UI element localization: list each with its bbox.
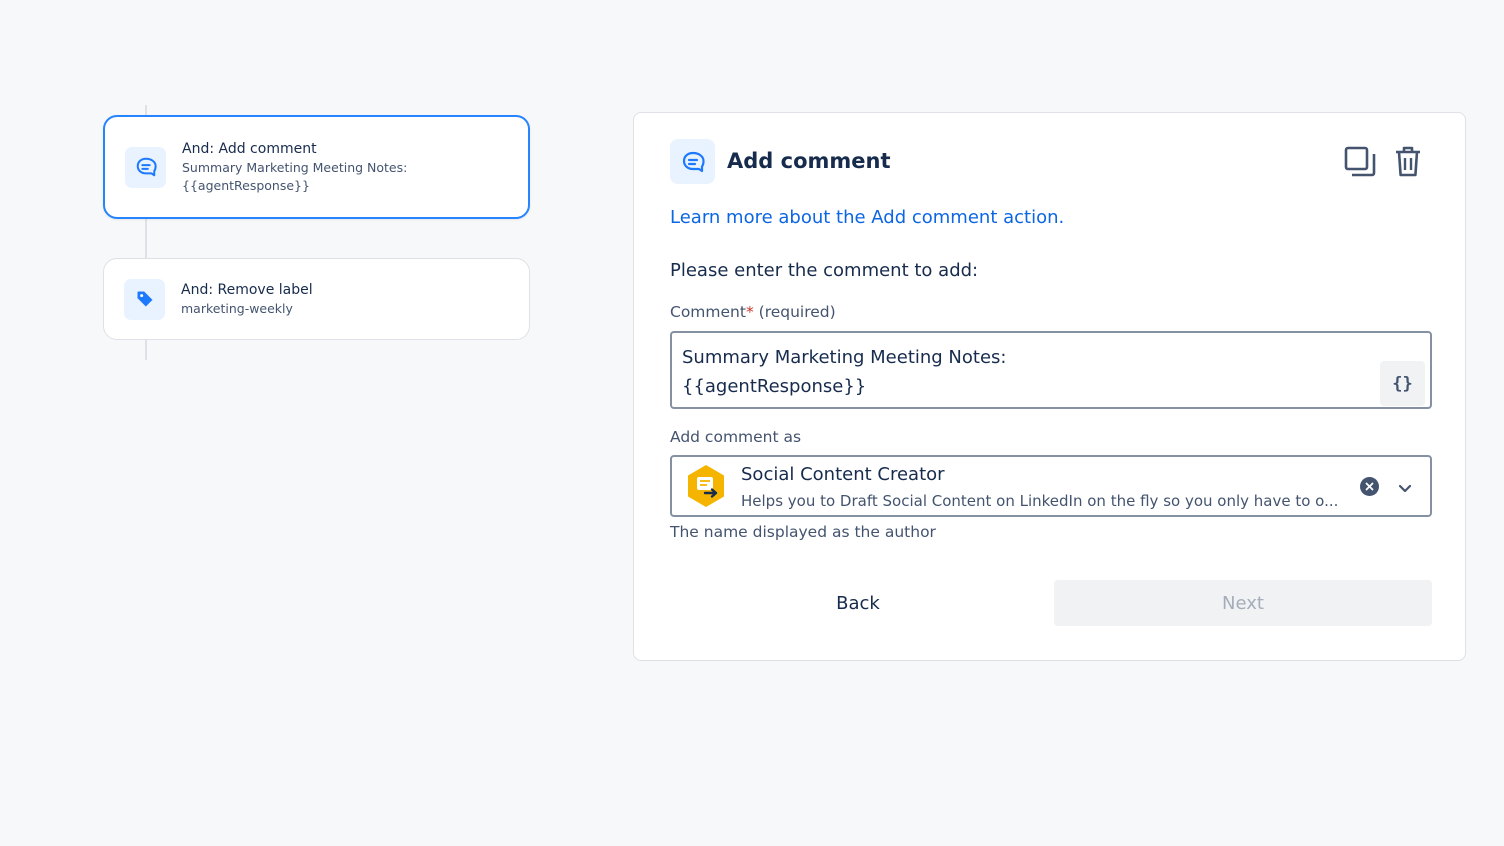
close-icon (1365, 482, 1374, 491)
delete-button[interactable] (1390, 143, 1426, 181)
required-text: (required) (758, 303, 836, 321)
comment-field-label: Comment* (required) (670, 303, 836, 321)
agent-description: Helps you to Draft Social Content on Lin… (741, 492, 1339, 510)
flow-step-title: And: Remove label (181, 282, 313, 298)
duplicate-button[interactable] (1342, 143, 1378, 181)
author-select[interactable]: Social Content Creator Helps you to Draf… (670, 455, 1432, 517)
comment-label-text: Comment (670, 303, 746, 321)
flow-step-title: And: Add comment (182, 141, 317, 157)
flow-step-add-comment[interactable]: And: Add comment Summary Marketing Meeti… (103, 115, 530, 219)
chevron-down-icon[interactable] (1394, 477, 1416, 499)
comment-icon (670, 139, 715, 184)
back-button[interactable]: Back (670, 580, 1046, 626)
tag-icon (124, 278, 165, 320)
flow-connector (145, 218, 147, 259)
comment-prompt: Please enter the comment to add: (670, 260, 979, 281)
panel-title: Add comment (727, 149, 891, 173)
flow-connector (145, 339, 147, 360)
action-config-panel: Add comment Learn more about the Add com… (633, 112, 1466, 661)
flow-step-subtitle: marketing-weekly (181, 301, 293, 316)
insert-variable-button[interactable]: {} (1380, 361, 1425, 406)
agent-icon (684, 464, 728, 512)
required-marker: * (745, 303, 754, 321)
trash-icon (1396, 146, 1420, 177)
agent-name: Social Content Creator (741, 464, 945, 485)
learn-more-link[interactable]: Learn more about the Add comment action. (670, 207, 1064, 228)
next-button[interactable]: Next (1054, 580, 1432, 626)
flow-step-remove-label[interactable]: And: Remove label marketing-weekly (103, 258, 530, 340)
comment-input[interactable]: Summary Marketing Meeting Notes: {{agent… (670, 331, 1432, 409)
flow-step-subtitle: Summary Marketing Meeting Notes: {{agent… (182, 160, 408, 193)
comment-input-value: Summary Marketing Meeting Notes: {{agent… (682, 347, 1007, 397)
author-helper-text: The name displayed as the author (670, 523, 936, 541)
clear-selection-button[interactable] (1360, 477, 1379, 496)
duplicate-icon (1344, 146, 1376, 177)
comment-icon (125, 146, 166, 188)
author-field-label: Add comment as (670, 428, 802, 446)
